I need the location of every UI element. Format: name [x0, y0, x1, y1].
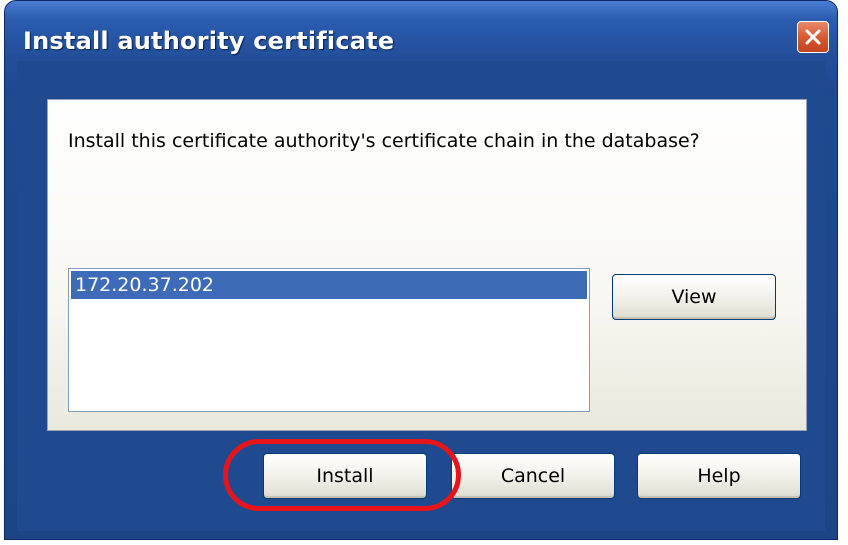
prompt-text: Install this certificate authority's cer… — [68, 130, 700, 152]
window-title: Install authority certificate — [23, 27, 395, 55]
close-button[interactable] — [797, 21, 829, 53]
content-panel: Install this certificate authority's cer… — [47, 99, 807, 431]
certificate-listbox[interactable]: 172.20.37.202 — [68, 268, 590, 412]
install-button[interactable]: Install — [263, 453, 427, 499]
list-item[interactable]: 172.20.37.202 — [71, 271, 587, 299]
cancel-button[interactable]: Cancel — [451, 453, 615, 499]
help-button[interactable]: Help — [637, 453, 801, 499]
view-button[interactable]: View — [612, 274, 776, 320]
install-certificate-dialog: Install authority certificate Install th… — [4, 0, 838, 540]
close-x-icon — [805, 29, 821, 45]
dialog-client-area: Install this certificate authority's cer… — [17, 61, 825, 531]
